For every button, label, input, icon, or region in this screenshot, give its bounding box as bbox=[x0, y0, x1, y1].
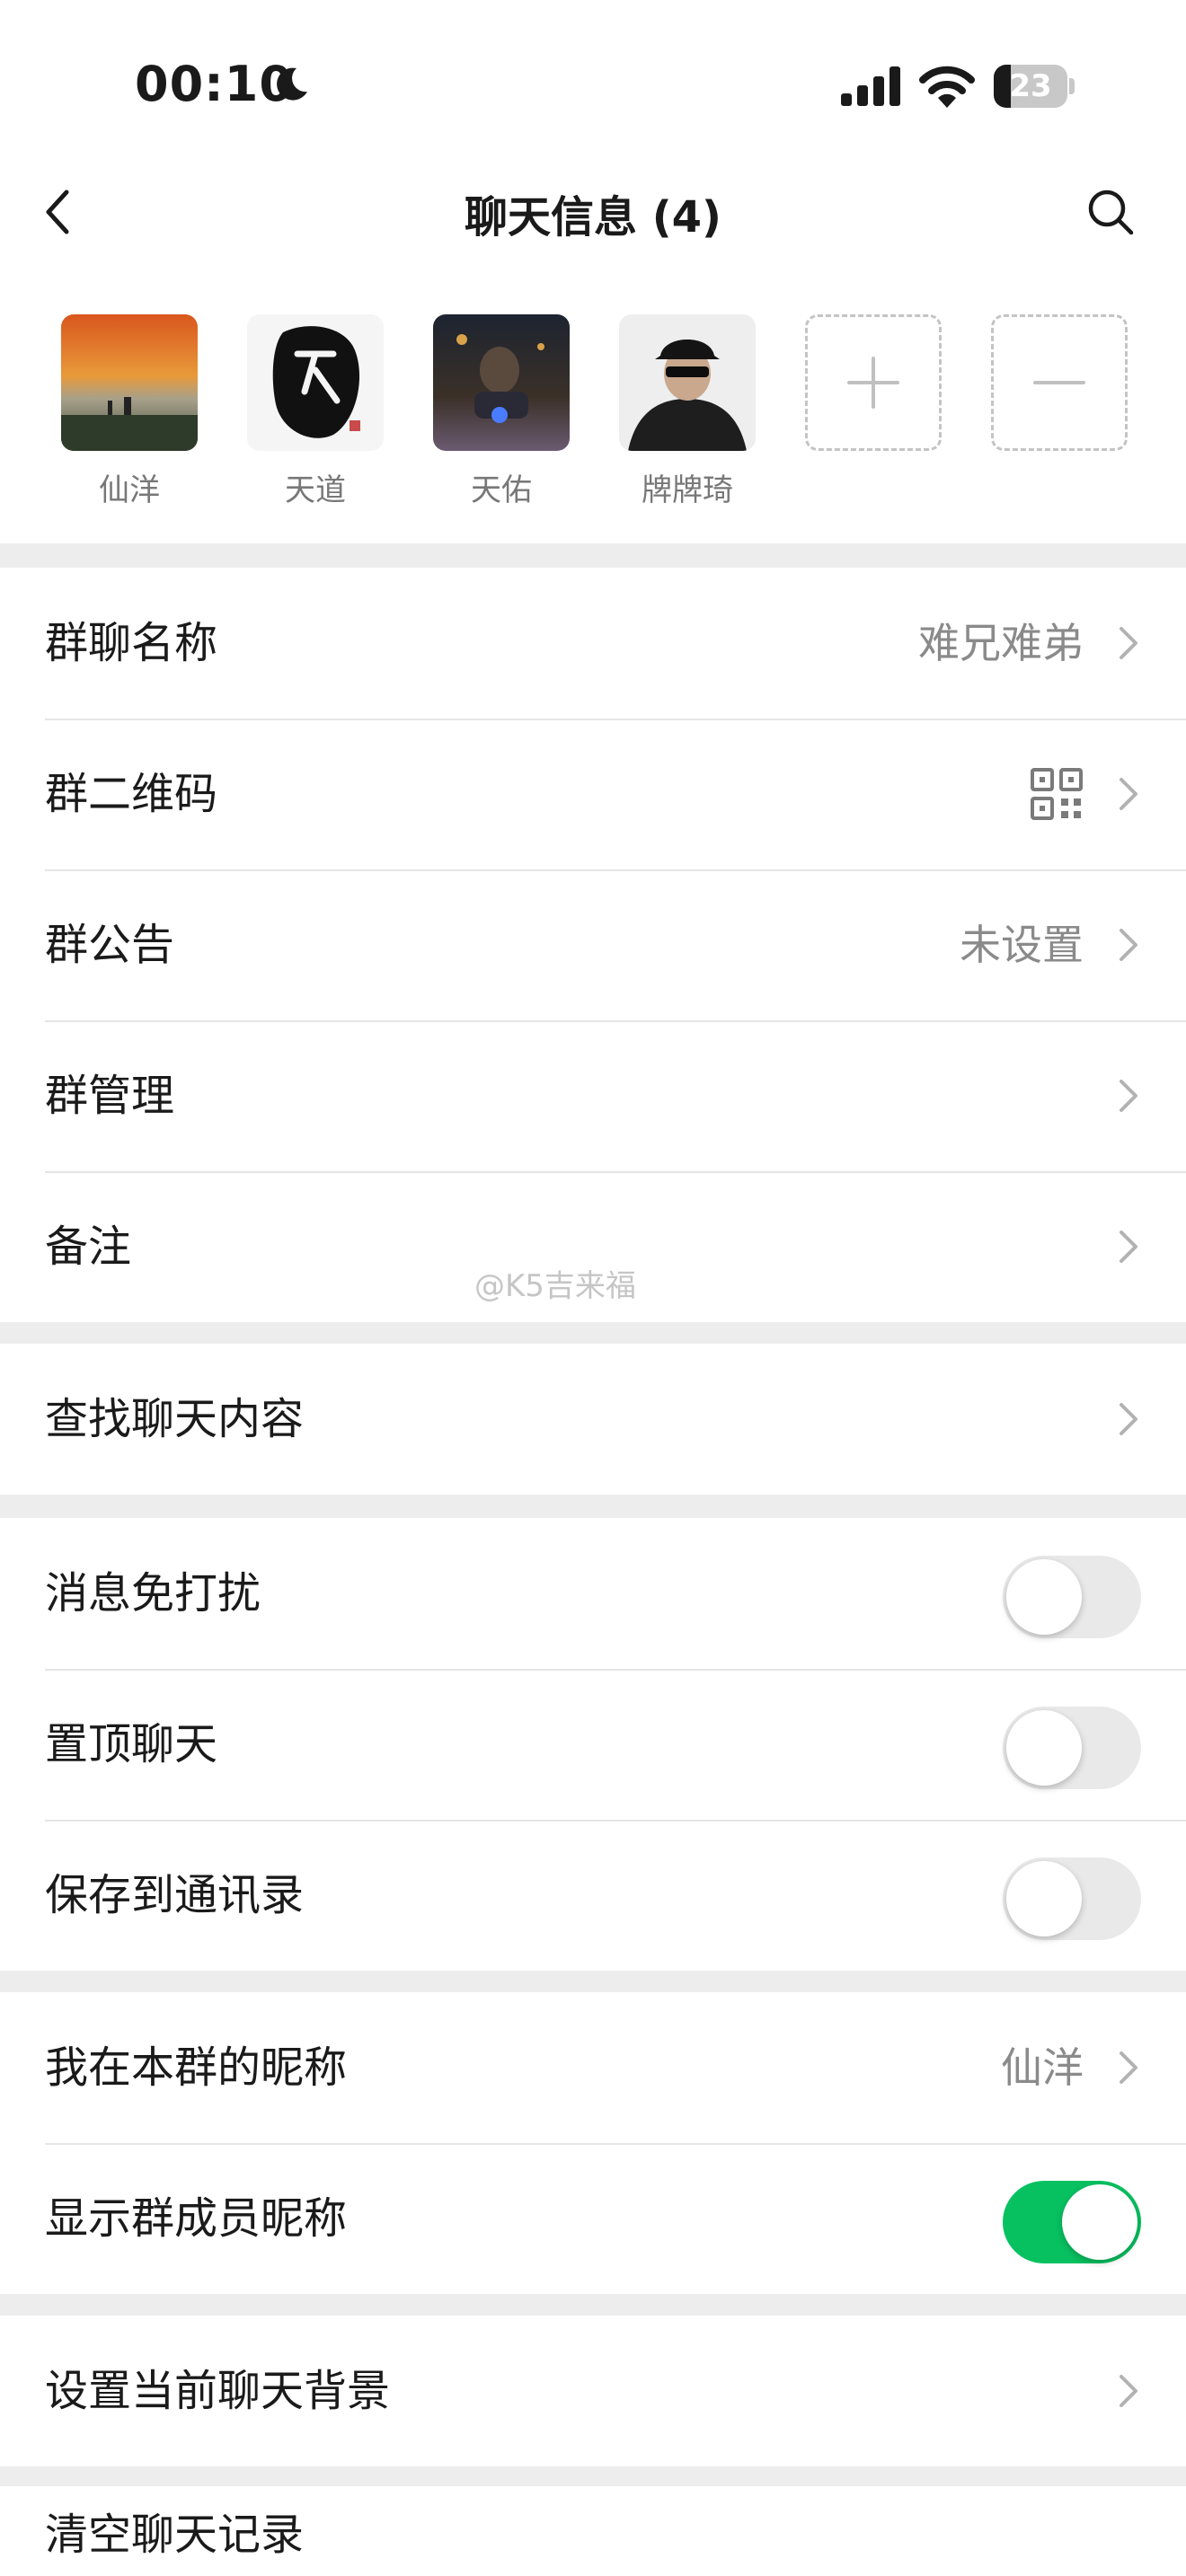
member-name: 天佑 bbox=[471, 472, 532, 508]
moon-icon bbox=[277, 67, 307, 101]
avatar bbox=[61, 314, 198, 451]
group-info-section: 群聊名称 难兄难弟 群二维码 群公告 未设置 群管理 备注 bbox=[0, 568, 1186, 1322]
nav-bar: 聊天信息 (4) bbox=[0, 162, 1186, 260]
chevron-right-icon bbox=[1120, 627, 1137, 659]
member-name: 天道 bbox=[285, 472, 346, 508]
show-nicknames-row: 显示群成员昵称 bbox=[0, 2143, 1186, 2294]
member-grid: 仙洋 天道 天佑 牌牌琦 bbox=[0, 260, 1186, 543]
member-item[interactable]: 天佑 bbox=[433, 314, 570, 509]
chevron-right-icon bbox=[1120, 2051, 1137, 2084]
mute-toggle[interactable] bbox=[1003, 1556, 1141, 1638]
page-title: 聊天信息 (4) bbox=[465, 192, 721, 243]
search-chat-label: 查找聊天内容 bbox=[45, 1394, 305, 1444]
remark-label: 备注 bbox=[45, 1222, 132, 1272]
mute-row: 消息免打扰 bbox=[0, 1518, 1186, 1669]
chevron-right-icon bbox=[1120, 1231, 1137, 1263]
my-nickname-value: 仙洋 bbox=[1001, 2043, 1084, 2092]
my-nickname-label: 我在本群的昵称 bbox=[45, 2042, 348, 2093]
group-manage-label: 群管理 bbox=[45, 1071, 175, 1121]
battery-level: 23 bbox=[1009, 68, 1052, 104]
member-name: 牌牌琦 bbox=[642, 472, 733, 508]
status-time: 00:10 bbox=[135, 56, 294, 112]
battery-icon: 23 bbox=[994, 65, 1075, 108]
my-nickname-row[interactable]: 我在本群的昵称 仙洋 bbox=[0, 1992, 1186, 2143]
group-notice-label: 群公告 bbox=[45, 920, 175, 970]
wifi-icon bbox=[919, 66, 975, 108]
show-nicknames-toggle[interactable] bbox=[1003, 2181, 1141, 2263]
chat-background-label: 设置当前聊天背景 bbox=[45, 2366, 391, 2416]
chat-background-row[interactable]: 设置当前聊天背景 bbox=[0, 2316, 1186, 2466]
cellular-signal-icon bbox=[841, 66, 900, 106]
member-item[interactable]: 仙洋 bbox=[61, 314, 198, 509]
avatar bbox=[247, 314, 384, 451]
chevron-right-icon bbox=[1120, 778, 1137, 810]
group-name-row[interactable]: 群聊名称 难兄难弟 bbox=[0, 568, 1186, 719]
chat-options-section: 消息免打扰 置顶聊天 保存到通讯录 bbox=[0, 1518, 1186, 1971]
add-member-button[interactable] bbox=[805, 314, 942, 451]
group-notice-row[interactable]: 群公告 未设置 bbox=[0, 869, 1186, 1020]
save-contacts-toggle[interactable] bbox=[1003, 1857, 1141, 1940]
search-chat-row[interactable]: 查找聊天内容 bbox=[0, 1344, 1186, 1495]
group-qrcode-row[interactable]: 群二维码 bbox=[0, 719, 1186, 869]
member-name: 仙洋 bbox=[99, 472, 160, 508]
watermark: @K5吉来福 bbox=[474, 1268, 636, 1304]
chevron-right-icon bbox=[1120, 1403, 1137, 1435]
clear-history-row[interactable]: 清空聊天记录 bbox=[0, 2486, 1186, 2576]
avatar bbox=[619, 314, 756, 451]
group-name-label: 群聊名称 bbox=[45, 618, 218, 668]
group-notice-value: 未设置 bbox=[960, 921, 1084, 969]
status-bar: 00:10 23 bbox=[0, 0, 1186, 162]
group-name-value: 难兄难弟 bbox=[918, 619, 1084, 667]
save-contacts-row: 保存到通讯录 bbox=[0, 1820, 1186, 1971]
chevron-right-icon bbox=[1120, 2375, 1137, 2407]
clear-history-label: 清空聊天记录 bbox=[45, 2510, 305, 2560]
pin-label: 置顶聊天 bbox=[45, 1719, 218, 1769]
show-nicknames-label: 显示群成员昵称 bbox=[45, 2193, 348, 2244]
member-item[interactable]: 天道 bbox=[247, 314, 384, 509]
pin-row: 置顶聊天 bbox=[0, 1669, 1186, 1820]
member-item[interactable]: 牌牌琦 bbox=[619, 314, 756, 509]
chevron-right-icon bbox=[1120, 929, 1137, 961]
qrcode-icon bbox=[1031, 768, 1083, 820]
chevron-right-icon bbox=[1120, 1080, 1137, 1112]
pin-toggle[interactable] bbox=[1003, 1707, 1141, 1789]
nickname-section: 我在本群的昵称 仙洋 显示群成员昵称 bbox=[0, 1992, 1186, 2294]
group-qrcode-label: 群二维码 bbox=[45, 769, 218, 819]
chat-background-section: 设置当前聊天背景 bbox=[0, 2316, 1186, 2466]
remove-member-button[interactable] bbox=[991, 314, 1128, 451]
group-manage-row[interactable]: 群管理 bbox=[0, 1020, 1186, 1171]
plus-icon bbox=[847, 357, 899, 409]
clear-history-section: 清空聊天记录 bbox=[0, 2486, 1186, 2576]
search-chat-section: 查找聊天内容 bbox=[0, 1344, 1186, 1495]
search-icon[interactable] bbox=[1085, 187, 1136, 237]
save-contacts-label: 保存到通讯录 bbox=[45, 1870, 305, 1920]
minus-icon bbox=[1033, 381, 1085, 384]
avatar bbox=[433, 314, 570, 451]
mute-label: 消息免打扰 bbox=[45, 1568, 261, 1619]
